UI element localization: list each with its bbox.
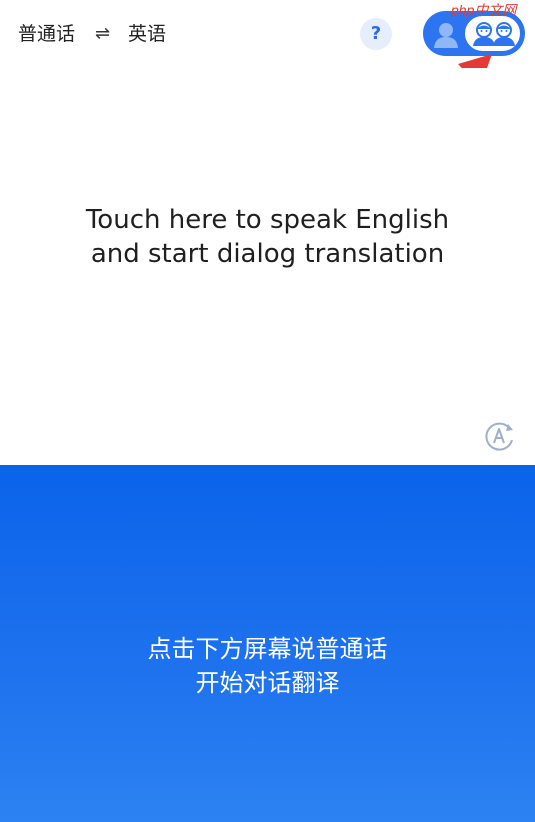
mandarin-prompt: 点击下方屏幕说普通话 开始对话翻译 — [0, 632, 535, 700]
mandarin-prompt-line1: 点击下方屏幕说普通话 — [147, 635, 388, 663]
watermark-text: php中文网 — [451, 2, 517, 18]
english-prompt-line2: and start dialog translation — [90, 239, 445, 269]
help-button[interactable]: ? — [360, 18, 392, 50]
english-prompt-line1: Touch here to speak English — [85, 205, 450, 235]
target-language-selector[interactable]: 英语 — [128, 22, 166, 46]
single-mode-person-icon[interactable] — [431, 19, 461, 49]
mandarin-speak-area[interactable]: 点击下方屏幕说普通话 开始对话翻译 — [0, 465, 535, 822]
swap-languages-icon[interactable]: ⇌ — [95, 22, 110, 46]
mandarin-prompt-line2: 开始对话翻译 — [195, 669, 340, 697]
translator-app: 普通话 ⇌ 英语 ? php中文网 Touch here to speak En… — [0, 0, 535, 822]
source-language-selector[interactable]: 普通话 — [18, 22, 75, 46]
auto-translate-icon[interactable] — [484, 420, 516, 452]
english-speak-area[interactable]: Touch here to speak English and start di… — [0, 68, 535, 465]
english-prompt: Touch here to speak English and start di… — [0, 203, 535, 271]
